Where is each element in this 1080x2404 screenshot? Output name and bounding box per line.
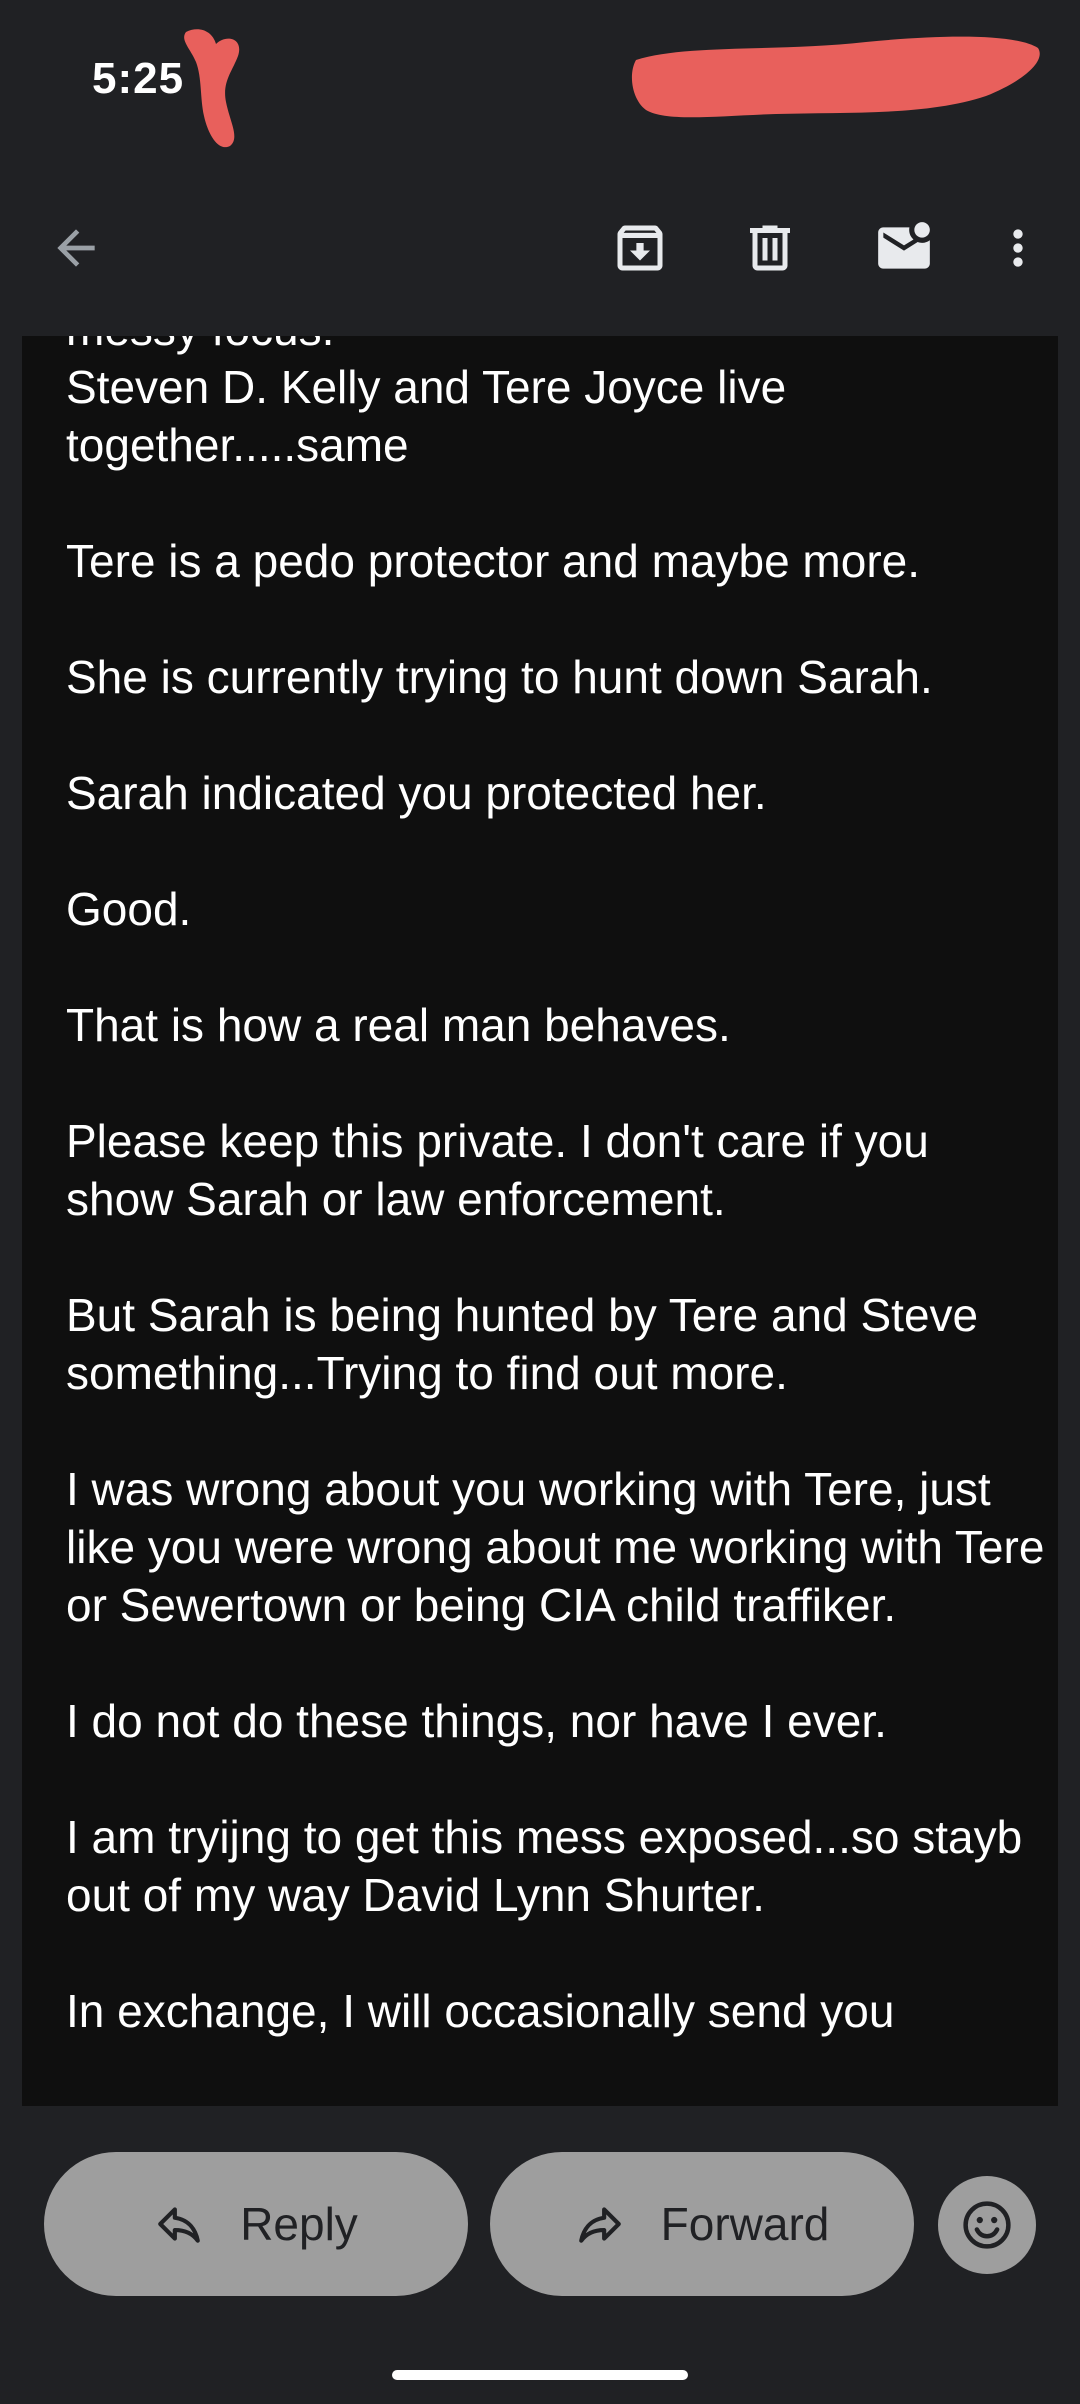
message-paragraph: Please keep this private. I don't care i…	[66, 1115, 942, 1225]
reply-icon	[154, 2199, 204, 2249]
message-paragraph: Sarah indicated you protected her.	[66, 767, 767, 819]
archive-icon	[617, 225, 663, 271]
archive-button[interactable]	[592, 200, 688, 296]
emoji-icon	[963, 2201, 1011, 2249]
message-paragraph: In exchange, I will occasionally send yo…	[66, 1985, 895, 2037]
delete-icon	[750, 225, 790, 271]
mark-unread-button[interactable]	[856, 200, 952, 296]
message-paragraph: I do not do these things, nor have I eve…	[66, 1695, 887, 1747]
message-paragraph: messy focus. Steven D. Kelly and Tere Jo…	[66, 336, 787, 471]
more-options-button[interactable]	[970, 200, 1066, 296]
reply-label: Reply	[240, 2198, 358, 2250]
forward-label: Forward	[660, 2198, 830, 2250]
bottom-action-bar: Reply Forward	[0, 2106, 1080, 2404]
message-paragraph: She is currently trying to hunt down Sar…	[66, 651, 933, 703]
message-paragraph: I am tryijng to get this mess exposed...…	[66, 1811, 1035, 1921]
emoji-reaction-button[interactable]	[938, 2176, 1036, 2274]
message-paragraph: Tere is a pedo protector and maybe more.	[66, 535, 921, 587]
message-text: messy focus. Steven D. Kelly and Tere Jo…	[66, 336, 1046, 2098]
message-body[interactable]: messy focus. Steven D. Kelly and Tere Jo…	[22, 336, 1058, 2106]
app-bar	[0, 160, 1080, 336]
mark-unread-icon	[878, 222, 930, 269]
message-paragraph: That is how a real man behaves.	[66, 999, 731, 1051]
delete-button[interactable]	[722, 200, 818, 296]
forward-button[interactable]: Forward	[490, 2152, 914, 2296]
message-paragraph: I was wrong about you working with Tere,…	[66, 1463, 1058, 1631]
message-paragraph: Good.	[66, 883, 192, 935]
back-button[interactable]	[28, 200, 124, 296]
status-bar: 5:25	[0, 0, 1080, 160]
redaction-mark	[631, 36, 1040, 118]
arrow-back-icon	[57, 229, 95, 267]
email-screen: 5:25 Steven D. Kelly and Tere Joyce live…	[0, 0, 1080, 2404]
more-vert-icon	[1013, 229, 1023, 267]
message-paragraph: But Sarah is being hunted by Tere and St…	[66, 1289, 991, 1399]
status-time: 5:25	[92, 54, 185, 103]
redaction-mark	[184, 29, 240, 148]
forward-icon	[575, 2199, 625, 2249]
reply-button[interactable]: Reply	[44, 2152, 468, 2296]
home-indicator[interactable]	[392, 2370, 688, 2380]
